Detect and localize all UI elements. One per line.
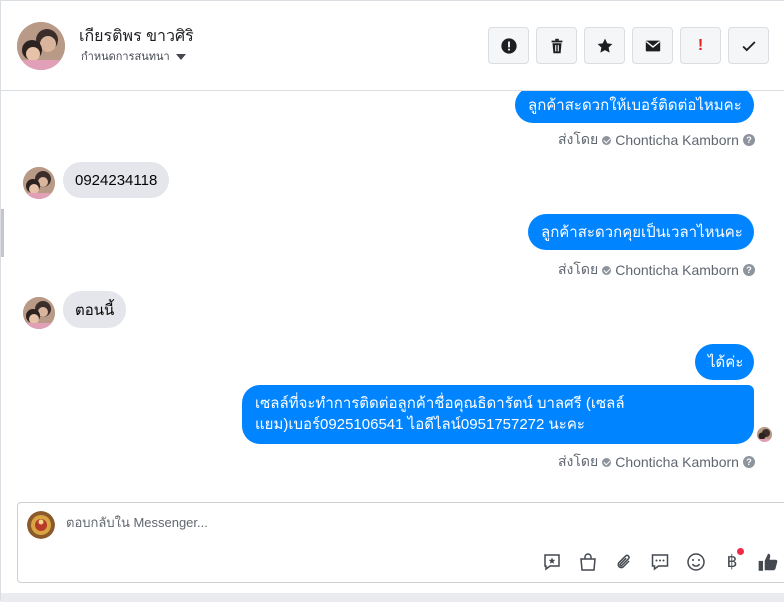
outgoing-message[interactable]: ลูกค้าสะดวกให้เบอร์ติดต่อไหมคะ bbox=[515, 91, 754, 123]
assign-conversation-dropdown[interactable]: กำหนดการสนทนา bbox=[81, 47, 186, 65]
attachment-icon bbox=[617, 554, 630, 569]
sent-by-line: ส่งโดย Chonticha Kamborn ? bbox=[558, 259, 755, 281]
sent-by-line: ส่งโดย Chonticha Kamborn ? bbox=[558, 129, 755, 151]
help-icon[interactable]: ? bbox=[742, 264, 755, 276]
outgoing-message[interactable]: ได้ค่ะ bbox=[695, 344, 754, 380]
follow-up-button[interactable]: ! bbox=[680, 27, 721, 64]
quick-reply-button[interactable] bbox=[648, 550, 672, 574]
sent-by-prefix: ส่งโดย bbox=[558, 261, 599, 277]
attach-button[interactable] bbox=[612, 550, 636, 574]
scrollbar[interactable] bbox=[1, 209, 4, 257]
sender-name[interactable]: Chonticha Kamborn bbox=[615, 454, 739, 470]
message-text: ลูกค้าสะดวกคุยเป็นเวลาไหนคะ bbox=[541, 224, 743, 241]
saved-reply-button[interactable] bbox=[540, 550, 564, 574]
alert-circle-icon bbox=[500, 37, 517, 54]
like-button[interactable] bbox=[756, 550, 780, 574]
payment-button[interactable]: ฿ bbox=[720, 548, 744, 574]
reply-input[interactable] bbox=[66, 515, 666, 530]
sender-name[interactable]: Chonticha Kamborn bbox=[615, 132, 739, 148]
message-text: ลูกค้าสะดวกให้เบอร์ติดต่อไหมคะ bbox=[528, 97, 742, 114]
mark-done-button[interactable] bbox=[728, 27, 769, 64]
message-thread[interactable]: ลูกค้าสะดวกให้เบอร์ติดต่อไหมคะ ส่งโดย Ch… bbox=[1, 91, 784, 501]
message-icon bbox=[651, 554, 669, 571]
page-avatar bbox=[27, 511, 55, 539]
help-icon[interactable]: ? bbox=[742, 456, 755, 468]
sent-by-prefix: ส่งโดย bbox=[558, 453, 599, 469]
message-text: ตอนนี้ bbox=[75, 301, 115, 319]
contact-avatar-small bbox=[23, 297, 55, 329]
sender-name[interactable]: Chonticha Kamborn bbox=[615, 262, 739, 278]
message-text: ได้ค่ะ bbox=[708, 354, 744, 371]
envelope-icon bbox=[645, 40, 660, 51]
star-icon bbox=[597, 38, 612, 53]
composer-toolbar: ฿ bbox=[540, 548, 780, 574]
outgoing-message[interactable]: เซลล์ที่จะทำการติดต่อลูกค้าชื่อคุณธิดารั… bbox=[242, 385, 754, 444]
verified-check-icon bbox=[602, 457, 612, 467]
emoji-icon bbox=[687, 553, 705, 571]
sent-by-line: ส่งโดย Chonticha Kamborn ? bbox=[558, 451, 755, 473]
mark-unread-button[interactable] bbox=[632, 27, 673, 64]
message-text: เซลล์ที่จะทำการติดต่อลูกค้าชื่อคุณธิดารั… bbox=[255, 395, 625, 433]
verified-check-icon bbox=[602, 265, 612, 275]
assign-conversation-label: กำหนดการสนทนา bbox=[81, 51, 170, 63]
reply-composer: ฿ bbox=[17, 502, 784, 583]
caret-down-icon bbox=[175, 53, 186, 60]
conversation-panel: เกียรติพร ขาวศิริ กำหนดการสนทนา ! ลูกค้า… bbox=[0, 0, 784, 602]
delete-button[interactable] bbox=[536, 27, 577, 64]
outgoing-message[interactable]: ลูกค้าสะดวกคุยเป็นเวลาไหนคะ bbox=[528, 214, 754, 250]
trash-icon bbox=[551, 38, 562, 53]
exclamation-icon: ! bbox=[697, 36, 704, 54]
shop-bag-icon bbox=[580, 553, 596, 571]
sent-by-prefix: ส่งโดย bbox=[558, 131, 599, 147]
notification-dot bbox=[737, 548, 744, 555]
contact-name[interactable]: เกียรติพร ขาวศิริ bbox=[79, 24, 194, 49]
emoji-button[interactable] bbox=[684, 550, 708, 574]
incoming-message[interactable]: 0924234118 bbox=[63, 162, 170, 198]
like-icon bbox=[758, 553, 778, 571]
contact-avatar-small bbox=[23, 167, 55, 199]
message-text: 0924234118 bbox=[75, 171, 158, 189]
spam-button[interactable] bbox=[488, 27, 529, 64]
saved-reply-icon bbox=[544, 554, 560, 571]
help-icon[interactable]: ? bbox=[742, 134, 755, 146]
contact-avatar[interactable] bbox=[17, 22, 65, 70]
baht-icon: ฿ bbox=[726, 552, 738, 571]
incoming-message[interactable]: ตอนนี้ bbox=[63, 291, 127, 328]
conversation-actions: ! bbox=[488, 27, 769, 64]
conversation-header: เกียรติพร ขาวศิริ กำหนดการสนทนา ! bbox=[1, 1, 784, 91]
verified-check-icon bbox=[602, 135, 612, 145]
shop-button[interactable] bbox=[576, 550, 600, 574]
seen-avatar bbox=[757, 427, 772, 442]
check-icon bbox=[742, 40, 755, 51]
star-button[interactable] bbox=[584, 27, 625, 64]
